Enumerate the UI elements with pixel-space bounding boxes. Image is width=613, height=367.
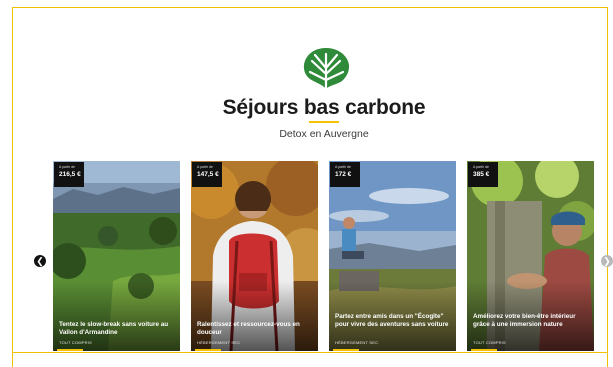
card-caption: Ralentissez et ressourcez-vous en douceu… [197, 321, 300, 336]
page-title: Séjours bas carbone [222, 96, 426, 119]
palm-leaf-icon [303, 48, 350, 90]
page-subtitle: Detox en Auvergne [279, 128, 369, 140]
card-caption: Tentez le slow-break sans voiture au Val… [59, 321, 169, 336]
price-badge: A partir de 385 € [468, 162, 498, 187]
card-tag: TOUT COMPRIS [59, 340, 92, 345]
card-tag: TOUT COMPRIS [473, 340, 506, 345]
price-value: 216,5 € [59, 171, 81, 178]
price-value: 385 € [473, 171, 490, 178]
price-badge: A partir de 172 € [330, 162, 360, 187]
card-caption: Partez entre amis dans un "Écogîte" pour… [335, 313, 449, 328]
card-tag: HÉBERGEMENT SEC [197, 340, 241, 345]
price-value: 147,5 € [197, 171, 219, 178]
card-accent-bar [333, 349, 359, 351]
offer-card[interactable]: A partir de 147,5 € Ralentissez et resso… [191, 161, 318, 351]
card-accent-bar [195, 349, 221, 351]
arrow-left-icon[interactable]: ❮ [34, 255, 46, 267]
card-accent-bar [471, 349, 497, 351]
arrow-right-icon[interactable]: ❯ [601, 255, 613, 267]
card-tag: HÉBERGEMENT SEC [335, 340, 379, 345]
offer-card[interactable]: A partir de 385 € Améliorez votre bien-ê… [467, 161, 594, 351]
title-underline [309, 121, 339, 123]
price-badge: A partir de 216,5 € [54, 162, 84, 187]
price-badge: A partir de 147,5 € [192, 162, 222, 187]
offer-card[interactable]: A partir de 216,5 € Tentez le slow-break… [53, 161, 180, 351]
section-frame-bottom [12, 352, 608, 353]
offer-card[interactable]: A partir de 172 € Partez entre amis dans… [329, 161, 456, 351]
price-value: 172 € [335, 171, 352, 178]
card-accent-bar [57, 349, 83, 351]
card-caption: Améliorez votre bien-être intérieur grâc… [473, 313, 576, 328]
